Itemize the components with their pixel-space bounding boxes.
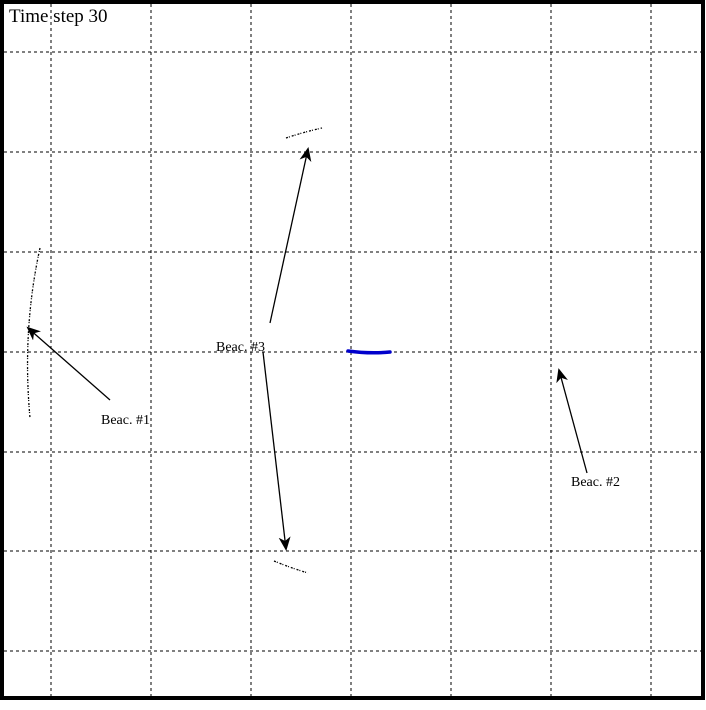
robot-path — [346, 349, 392, 355]
time-step-title: Time step 30 — [9, 6, 108, 27]
beacon-3-label: Beac. #3 — [216, 340, 265, 355]
simulation-frame: Time step 30 Beac. #1 Beac. #2 Beac. #3 — [0, 0, 706, 710]
beacon-2-label: Beac. #2 — [571, 475, 620, 490]
simulation-canvas: Time step 30 Beac. #1 Beac. #2 Beac. #3 — [0, 0, 705, 700]
beacon-1-label: Beac. #1 — [101, 413, 150, 428]
